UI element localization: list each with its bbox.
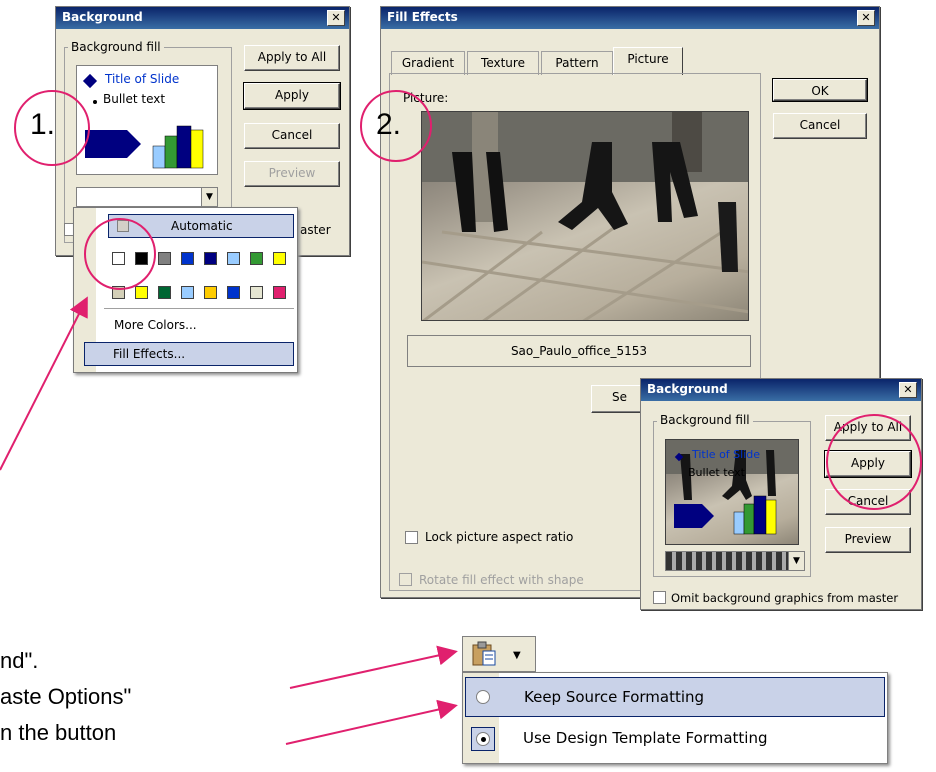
instruction-line-3: n the button	[0, 720, 117, 745]
instruction-line-1: nd".	[0, 648, 39, 673]
instruction-line-2: aste Options"	[0, 684, 132, 709]
annotation-arrows	[0, 296, 458, 745]
